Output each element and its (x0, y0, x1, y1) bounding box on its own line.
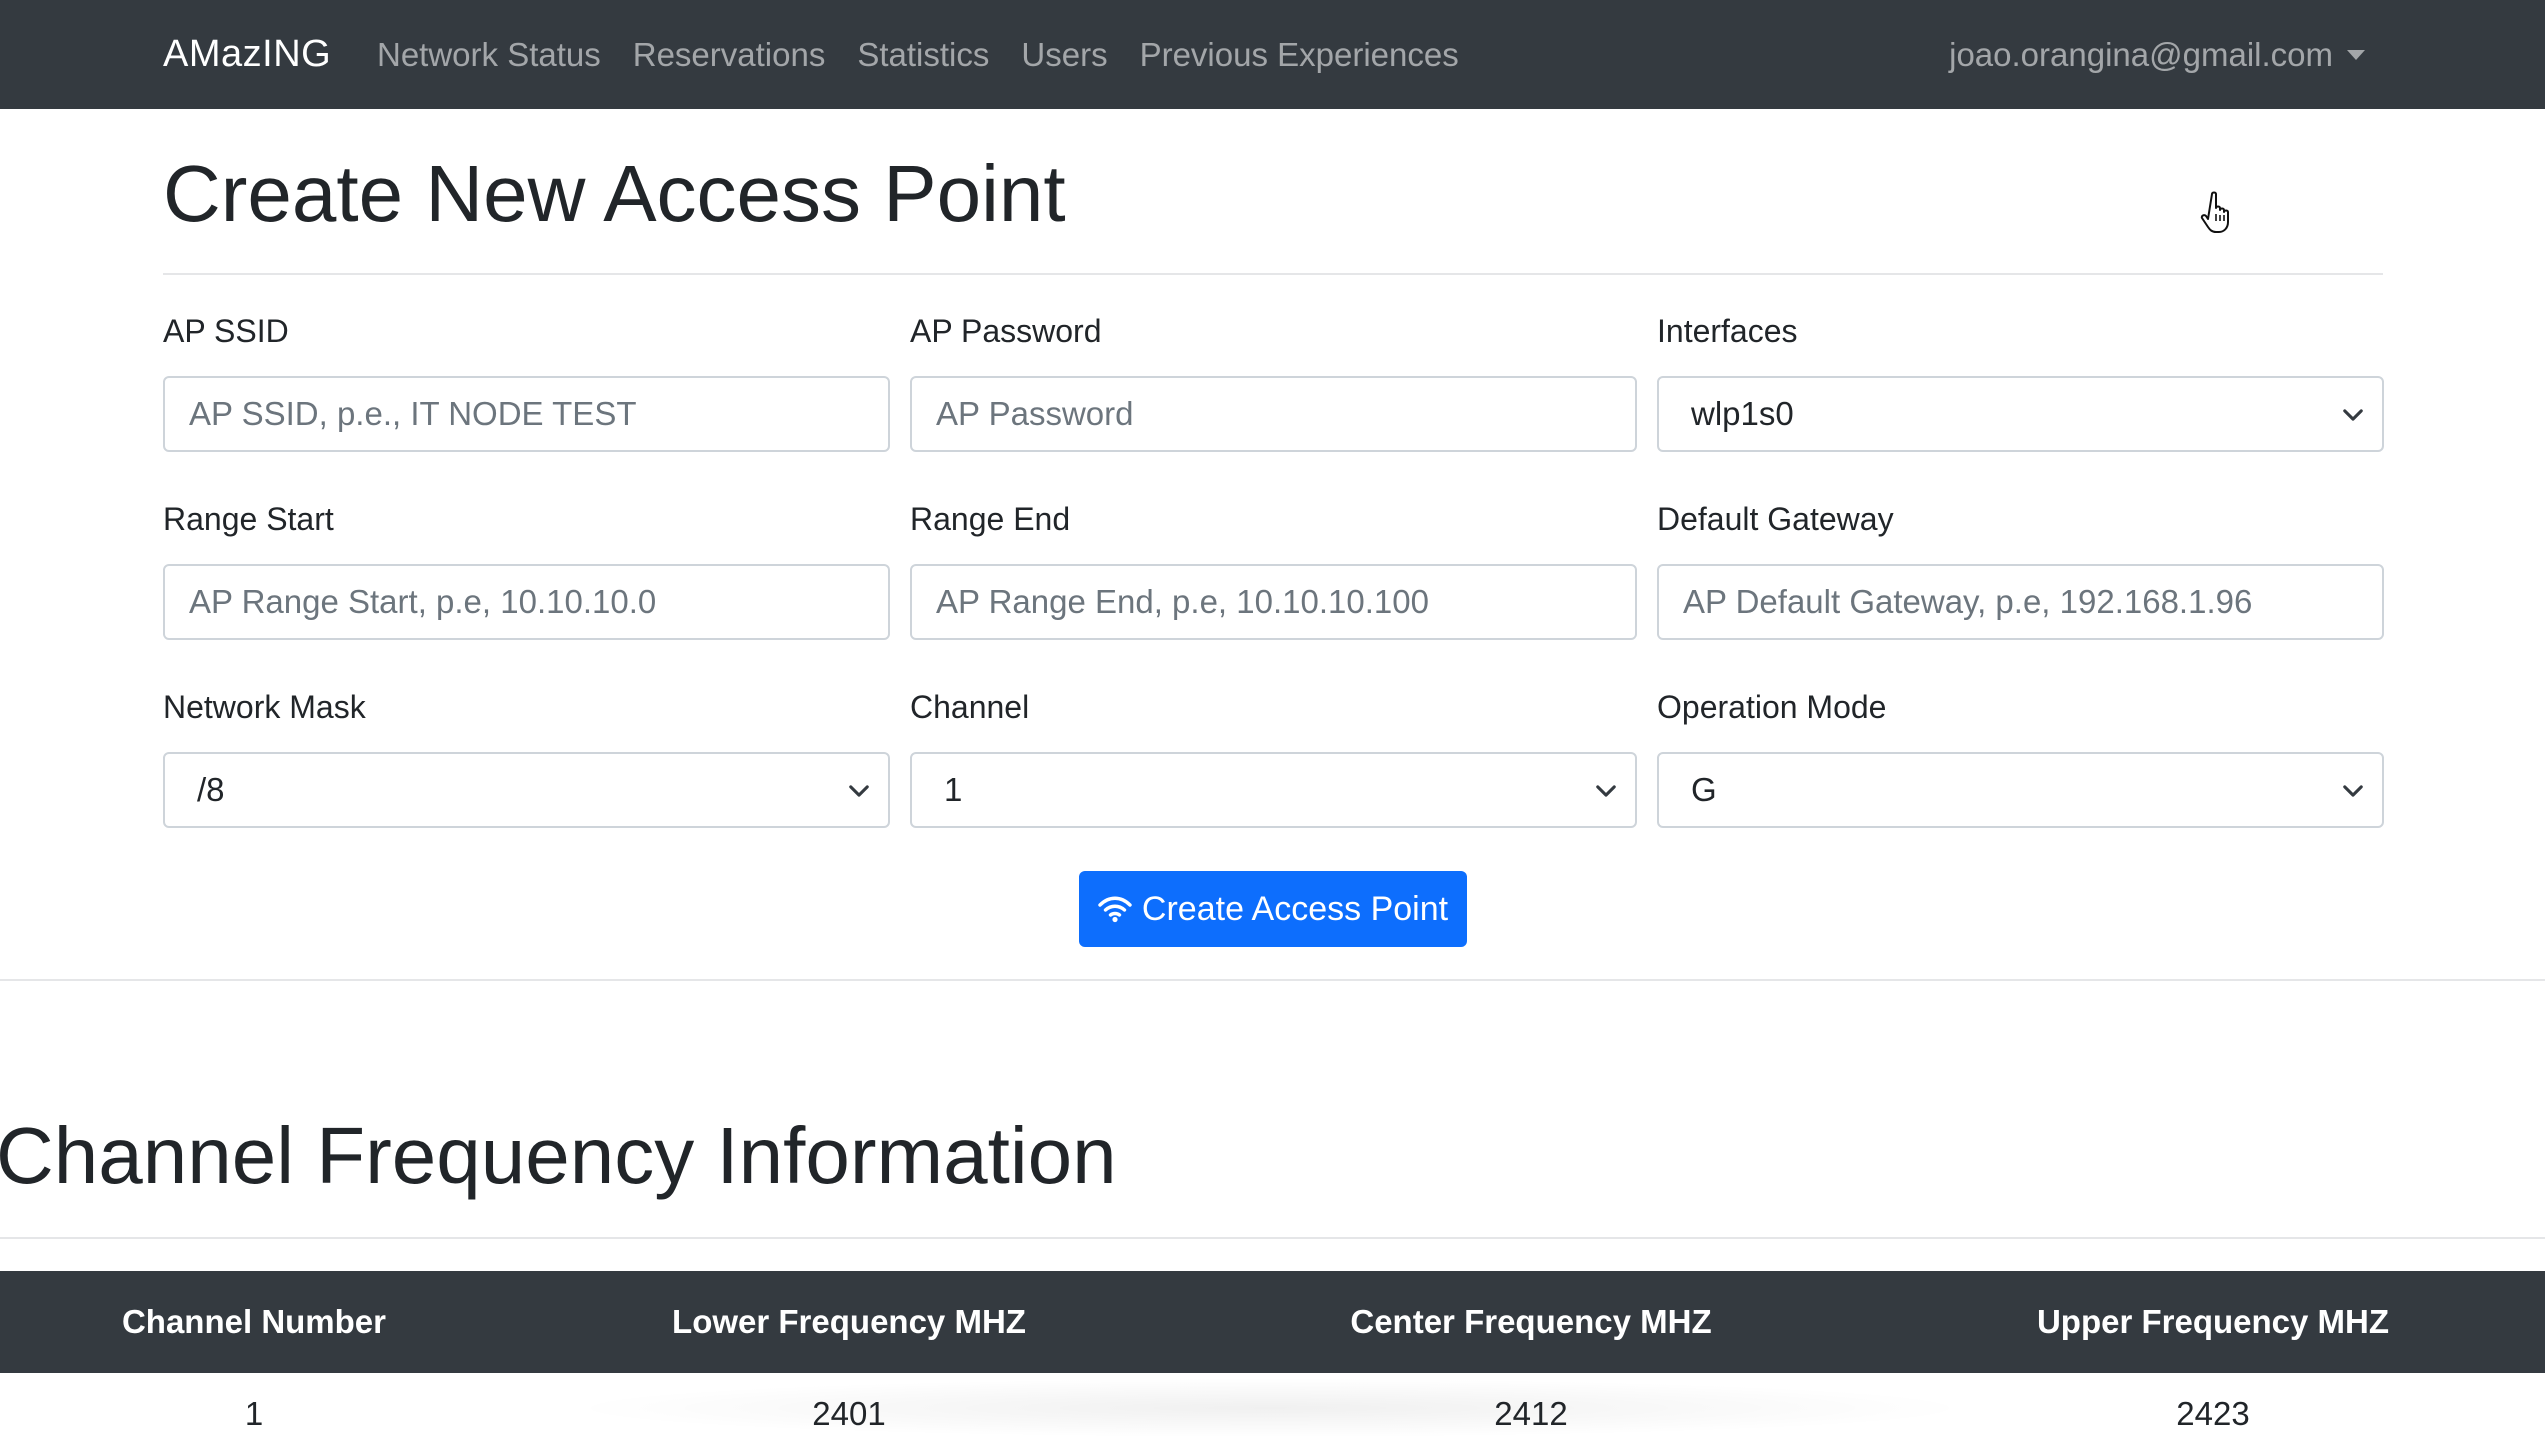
table-row: 1 2401 2412 2423 (0, 1373, 2545, 1453)
cell-channel-number: 1 (244, 1395, 264, 1432)
range-start-field: Range Start (163, 494, 890, 640)
ap-ssid-field: AP SSID (163, 306, 890, 452)
operation-mode-select[interactable]: G (1657, 752, 2384, 828)
top-navbar: AMazING Network Status Reservations Stat… (0, 0, 2545, 109)
default-gateway-label: Default Gateway (1657, 501, 1894, 537)
chevron-down-icon (2343, 785, 2363, 797)
channel-label: Channel (910, 689, 1030, 725)
network-mask-value: /8 (197, 771, 225, 808)
range-start-input[interactable] (163, 564, 890, 640)
range-end-field: Range End (910, 494, 1637, 640)
nav-link-users[interactable]: Users (1021, 0, 1107, 109)
ap-password-field: AP Password (910, 306, 1637, 452)
ap-password-input[interactable] (910, 376, 1637, 452)
channel-value: 1 (944, 771, 963, 808)
operation-mode-value: G (1691, 771, 1717, 808)
column-header-lower-frequency: Lower Frequency MHZ (672, 1303, 1026, 1340)
column-header-center-frequency: Center Frequency MHZ (1350, 1303, 1712, 1340)
operation-mode-field: Operation Mode G (1657, 682, 2384, 828)
nav-link-network-status[interactable]: Network Status (377, 0, 601, 109)
cell-upper-frequency: 2423 (2176, 1395, 2250, 1432)
brand-logo[interactable]: AMazING (163, 0, 331, 109)
network-mask-select[interactable]: /8 (163, 752, 890, 828)
range-start-label: Range Start (163, 501, 334, 537)
interfaces-value: wlp1s0 (1691, 395, 1794, 432)
divider (0, 1237, 2545, 1239)
nav-link-reservations[interactable]: Reservations (633, 0, 826, 109)
ap-ssid-label: AP SSID (163, 313, 289, 349)
interfaces-field: Interfaces wlp1s0 (1657, 306, 2384, 452)
column-header-channel-number: Channel Number (121, 1303, 387, 1340)
nav-link-statistics[interactable]: Statistics (857, 0, 989, 109)
cell-center-frequency: 2412 (1494, 1395, 1568, 1432)
channel-field: Channel 1 (910, 682, 1637, 828)
section-divider (0, 979, 2545, 981)
hand-pointer-icon (2200, 191, 2229, 233)
user-email: joao.orangina@gmail.com (1949, 36, 2333, 73)
interfaces-label: Interfaces (1657, 313, 1798, 349)
chevron-down-icon (849, 785, 869, 797)
user-dropdown[interactable]: joao.orangina@gmail.com (1949, 0, 2365, 109)
channel-frequency-title: Channel Frequency Information (0, 1111, 1117, 1200)
cell-lower-frequency: 2401 (812, 1395, 886, 1432)
ap-password-label: AP Password (910, 313, 1102, 349)
nav-link-previous-experiences[interactable]: Previous Experiences (1140, 0, 1459, 109)
interfaces-select[interactable]: wlp1s0 (1657, 376, 2384, 452)
ap-ssid-input[interactable] (163, 376, 890, 452)
table-header: Channel Number Lower Frequency MHZ Cente… (0, 1271, 2545, 1373)
create-access-point-button[interactable]: Create Access Point (1079, 871, 1467, 947)
page-title: Create New Access Point (163, 149, 1066, 238)
default-gateway-field: Default Gateway (1657, 494, 2384, 640)
channel-select[interactable]: 1 (910, 752, 1637, 828)
create-access-point-label: Create Access Point (1141, 889, 1449, 928)
wifi-icon (1098, 896, 1132, 923)
divider (163, 273, 2383, 275)
operation-mode-label: Operation Mode (1657, 689, 1887, 725)
network-mask-field: Network Mask /8 (163, 682, 890, 828)
default-gateway-input[interactable] (1657, 564, 2384, 640)
range-end-input[interactable] (910, 564, 1637, 640)
chevron-down-icon (1596, 785, 1616, 797)
network-mask-label: Network Mask (163, 689, 366, 725)
chevron-down-icon (2343, 409, 2363, 421)
caret-down-icon (2347, 50, 2365, 60)
nav-links: Network Status Reservations Statistics U… (377, 0, 1491, 109)
column-header-upper-frequency: Upper Frequency MHZ (2036, 1303, 2390, 1340)
range-end-label: Range End (910, 501, 1071, 537)
